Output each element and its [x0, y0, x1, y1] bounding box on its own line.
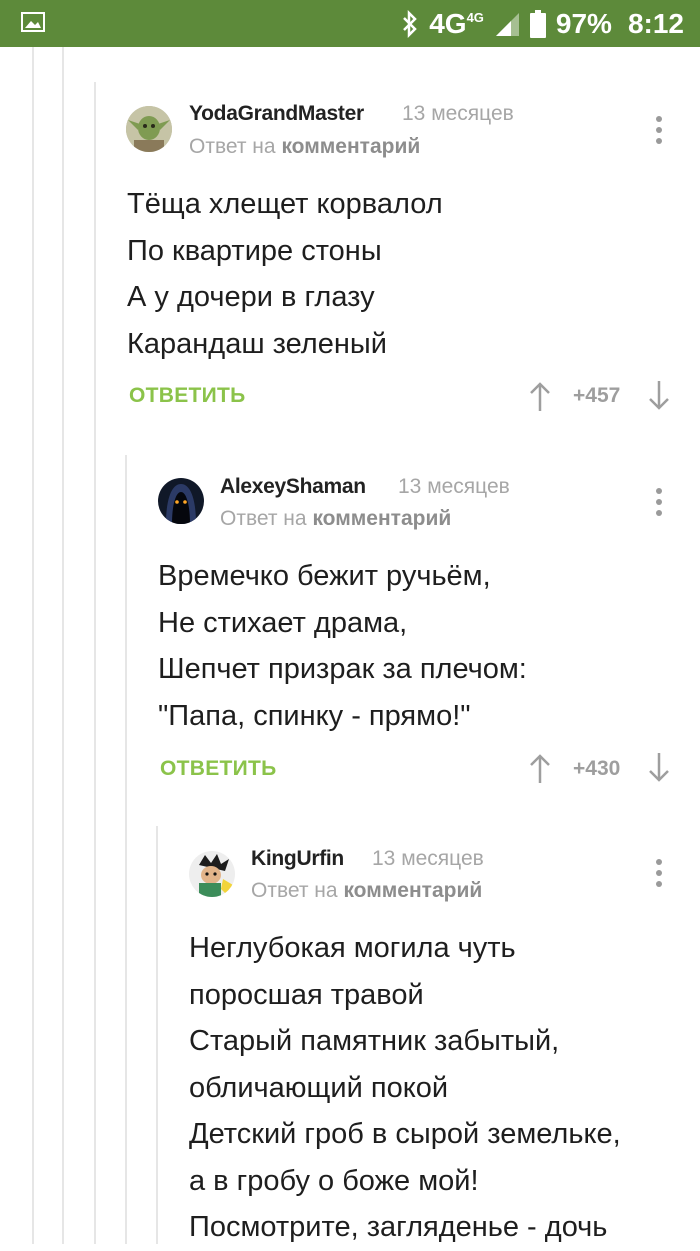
thread-line	[62, 47, 64, 1244]
gallery-notification-icon	[21, 12, 45, 32]
arrow-up-icon[interactable]	[528, 752, 552, 784]
thread-line	[156, 826, 158, 1244]
network-type: 4G 4G	[429, 7, 484, 39]
comment-body: Времечко бежит ручьём, Не стихает драма,…	[158, 560, 527, 732]
hooded-figure-avatar-icon	[158, 478, 204, 524]
comment-time: 13 месяцев	[398, 475, 510, 498]
battery-icon	[529, 9, 546, 38]
reply-to-link[interactable]: комментарий	[281, 135, 420, 158]
thread-line	[94, 82, 96, 1244]
comment-body: Неглубокая могила чуть поросшая травой С…	[189, 932, 621, 1243]
reply-to-link[interactable]: комментарий	[343, 879, 482, 902]
reply-to-link[interactable]: комментарий	[312, 507, 451, 530]
username[interactable]: AlexeyShaman	[220, 475, 366, 499]
battery-percent: 97%	[555, 7, 612, 39]
arrow-down-icon[interactable]	[647, 380, 671, 412]
avatar[interactable]	[189, 851, 235, 897]
cartoon-character-avatar-icon	[189, 851, 235, 897]
reply-to: Ответ на комментарий	[189, 135, 421, 158]
reply-to: Ответ на комментарий	[251, 879, 483, 902]
comment-time: 13 месяцев	[372, 847, 484, 870]
rating: +457	[573, 384, 621, 407]
thread-line	[125, 455, 127, 1244]
more-options-icon[interactable]	[655, 116, 663, 146]
reply-to: Ответ на комментарий	[220, 507, 452, 530]
rating: +430	[573, 757, 621, 780]
username[interactable]: YodaGrandMaster	[189, 102, 364, 126]
status-bar: 4G 4G 97% 8:12	[0, 0, 700, 47]
username[interactable]: KingUrfin	[251, 847, 344, 871]
thread-line	[32, 47, 34, 1244]
clock: 8:12	[627, 7, 684, 39]
avatar[interactable]	[158, 478, 204, 524]
more-options-icon[interactable]	[655, 859, 663, 889]
more-options-icon[interactable]	[655, 488, 663, 518]
reply-button[interactable]: ОТВЕТИТЬ	[160, 757, 277, 781]
reply-button[interactable]: ОТВЕТИТЬ	[129, 384, 246, 408]
arrow-down-icon[interactable]	[647, 752, 671, 784]
yoda-avatar-icon	[126, 106, 172, 152]
comment-body: Тёща хлещет корвалол По квартире стоны А…	[127, 188, 443, 360]
signal-icon	[495, 12, 519, 36]
comment-time: 13 месяцев	[402, 102, 514, 125]
bluetooth-icon	[403, 9, 417, 38]
arrow-up-icon[interactable]	[528, 380, 552, 412]
avatar[interactable]	[126, 106, 172, 152]
